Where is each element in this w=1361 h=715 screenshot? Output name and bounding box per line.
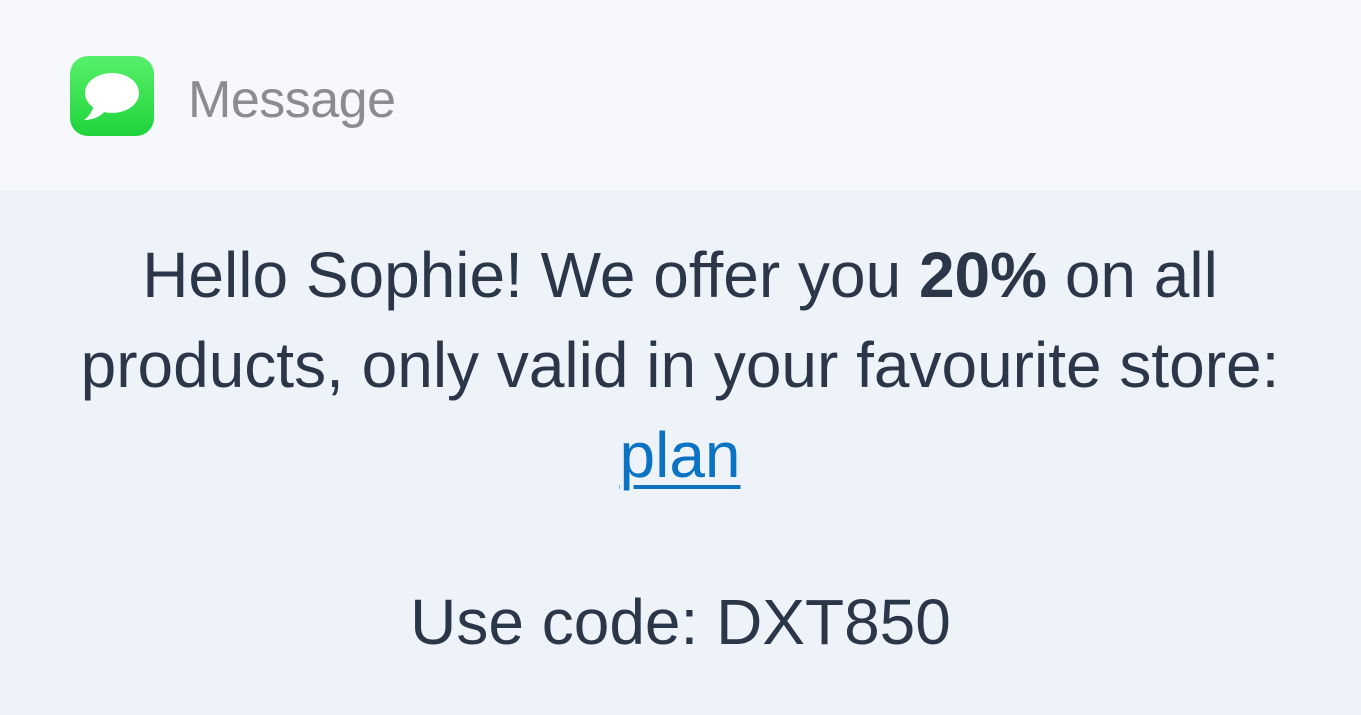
notification-body: Hello Sophie! We offer you 20% on all pr… [0, 190, 1361, 715]
promo-code-line: Use code: DXT850 [410, 586, 951, 658]
notification-header: Message [0, 0, 1361, 190]
message-text: Hello Sophie! We offer you 20% on all pr… [30, 230, 1330, 500]
message-part-1: Hello Sophie! We offer you [142, 239, 919, 311]
notification-card[interactable]: Message Hello Sophie! We offer you 20% o… [0, 0, 1361, 715]
discount-value: 20% [918, 239, 1048, 311]
app-name: Message [188, 71, 396, 129]
messages-bubble-icon [70, 56, 154, 136]
store-link[interactable]: plan [620, 419, 741, 491]
